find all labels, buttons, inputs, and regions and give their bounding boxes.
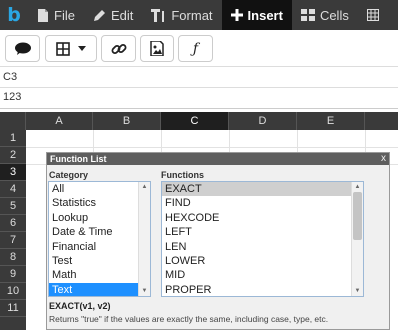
row-header-10[interactable]: 10: [0, 283, 26, 300]
insert-link-button[interactable]: [101, 35, 136, 62]
row-header-7[interactable]: 7: [0, 232, 26, 249]
insert-image-button[interactable]: [140, 35, 174, 62]
dialog-close-button[interactable]: x: [381, 153, 386, 165]
column-header-c[interactable]: C: [161, 112, 229, 130]
pencil-icon: [93, 9, 105, 21]
function-item-find[interactable]: FIND: [162, 196, 363, 210]
formula-bar[interactable]: 123: [0, 88, 398, 109]
insert-comment-button[interactable]: [5, 35, 40, 62]
scroll-down-icon[interactable]: ▼: [352, 286, 363, 296]
row-header-8[interactable]: 8: [0, 249, 26, 266]
tab-cells[interactable]: Cells: [292, 0, 358, 30]
function-item-hexcode[interactable]: HEXCODE: [162, 211, 363, 225]
row-header-2[interactable]: 2: [0, 147, 26, 164]
dialog-title: Function List: [50, 154, 107, 164]
grid-icon: [300, 9, 315, 21]
row-header-4[interactable]: 4: [0, 181, 26, 198]
scroll-up-icon[interactable]: ▲: [139, 182, 150, 192]
tab-edit-label: Edit: [110, 7, 134, 23]
tab-more[interactable]: [358, 0, 393, 30]
table-more-icon: [366, 9, 379, 21]
cell-reference[interactable]: C3: [0, 67, 398, 88]
category-item-all[interactable]: All: [49, 182, 150, 196]
function-item-lower[interactable]: LOWER: [162, 254, 363, 268]
dropdown-caret-icon[interactable]: [78, 46, 86, 51]
function-signature: EXACT(v1, v2): [49, 301, 111, 311]
plus-icon: [230, 9, 243, 21]
column-headers: A B C D E: [0, 112, 398, 130]
row-header-11[interactable]: 11: [0, 300, 26, 317]
column-header-a[interactable]: A: [26, 112, 93, 130]
functions-listbox[interactable]: EXACT FIND HEXCODE LEFT LEN LOWER MID PR…: [161, 181, 364, 297]
functions-scrollbar[interactable]: ▲ ▼: [351, 182, 363, 296]
tab-insert-label: Insert: [247, 7, 283, 23]
function-item-exact[interactable]: EXACT: [162, 182, 363, 197]
column-header-b[interactable]: B: [93, 112, 161, 130]
menu-bar: b File Edit Format Insert Cells: [0, 0, 398, 30]
function-description: Returns "true" if the values are exactly…: [49, 314, 329, 324]
category-item-test[interactable]: Test: [49, 254, 150, 268]
category-item-date-time[interactable]: Date & Time: [49, 225, 150, 239]
row-header-5[interactable]: 5: [0, 198, 26, 215]
corner-cell[interactable]: [0, 112, 26, 130]
category-listbox[interactable]: All Statistics Lookup Date & Time Financ…: [48, 181, 151, 297]
row-header-6[interactable]: 6: [0, 215, 26, 232]
insert-function-button[interactable]: ƒ: [178, 35, 213, 62]
functions-label: Functions: [161, 170, 204, 180]
text-format-icon: [151, 8, 165, 22]
category-scrollbar[interactable]: ▲ ▼: [138, 182, 150, 296]
category-item-financial[interactable]: Financial: [49, 240, 150, 254]
scroll-thumb[interactable]: [353, 192, 362, 240]
function-list-dialog: Function List x Category Functions All S…: [46, 152, 390, 330]
tab-format-label: Format: [171, 7, 213, 23]
tab-file-label: File: [54, 7, 75, 23]
file-icon: [38, 8, 48, 22]
function-item-proper[interactable]: PROPER: [162, 283, 363, 296]
row-header-3[interactable]: 3: [0, 164, 26, 181]
comment-icon: [14, 42, 31, 55]
row-headers: 1 2 3 4 5 6 7 8 9 10 11: [0, 130, 26, 330]
dialog-title-bar[interactable]: Function List: [47, 153, 389, 165]
tab-format[interactable]: Format: [142, 0, 221, 30]
category-label: Category: [49, 170, 89, 180]
link-icon: [111, 43, 126, 54]
scroll-up-icon[interactable]: ▲: [352, 182, 363, 192]
insert-toolbar: ƒ: [0, 30, 398, 67]
function-item-left[interactable]: LEFT: [162, 225, 363, 239]
app-logo[interactable]: b: [0, 0, 28, 30]
category-item-statistics[interactable]: Statistics: [49, 196, 150, 210]
insert-table-button[interactable]: [45, 35, 97, 62]
row-header-1[interactable]: 1: [0, 130, 26, 147]
image-icon: [150, 41, 164, 56]
grid-line: [26, 147, 398, 148]
table-icon: [56, 41, 70, 56]
category-item-lookup[interactable]: Lookup: [49, 211, 150, 225]
scroll-down-icon[interactable]: ▼: [139, 286, 150, 296]
tab-cells-label: Cells: [319, 7, 349, 23]
row-header-9[interactable]: 9: [0, 266, 26, 283]
tab-file[interactable]: File: [28, 0, 84, 30]
category-item-text[interactable]: Text: [49, 282, 150, 296]
column-header-next[interactable]: [365, 112, 398, 130]
function-icon: ƒ: [192, 40, 199, 57]
category-item-math[interactable]: Math: [49, 268, 150, 282]
tab-edit[interactable]: Edit: [84, 0, 142, 30]
function-item-mid[interactable]: MID: [162, 268, 363, 282]
function-item-len[interactable]: LEN: [162, 240, 363, 254]
column-header-d[interactable]: D: [229, 112, 297, 130]
column-header-e[interactable]: E: [297, 112, 365, 130]
tab-insert[interactable]: Insert: [221, 0, 292, 30]
